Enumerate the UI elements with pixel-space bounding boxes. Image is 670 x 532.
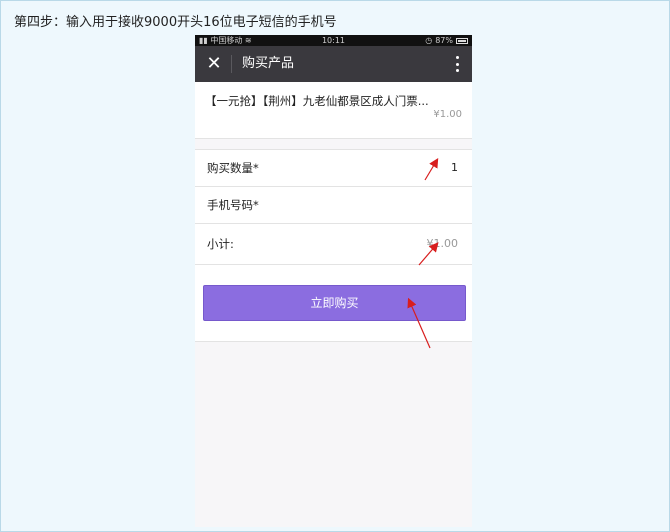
status-right: ◷ 87%	[425, 35, 468, 46]
quantity-row[interactable]: 购买数量* 1	[195, 149, 472, 187]
page-title: 购买产品	[242, 56, 295, 71]
buy-now-button[interactable]: 立即购买	[203, 285, 466, 321]
close-icon[interactable]: ✕	[205, 55, 223, 73]
phone-label: 手机号码*	[207, 198, 259, 212]
subtotal-label: 小计:	[207, 237, 234, 251]
battery-percent: 87%	[435, 36, 453, 45]
alarm-icon: ◷	[425, 36, 433, 45]
phone-row[interactable]: 手机号码*	[195, 187, 472, 224]
subtotal-value: ¥1.00	[426, 237, 459, 250]
battery-icon	[456, 37, 468, 44]
step-instruction: 第四步：输入用于接收9000开头16位电子短信的手机号	[14, 15, 337, 30]
status-bar: ▮▮ 中国移动 ≋ 10:11 ◷ 87%	[195, 35, 472, 46]
quantity-label: 购买数量*	[207, 161, 259, 175]
app-navbar: ✕ 购买产品	[195, 46, 472, 82]
phone-screenshot: ▮▮ 中国移动 ≋ 10:11 ◷ 87% ✕ 购买产品 【一元抢】【荆州】九老…	[195, 35, 472, 527]
more-icon[interactable]	[454, 55, 460, 73]
button-area: 立即购买	[195, 265, 472, 342]
navbar-divider	[231, 55, 232, 73]
product-price: ¥1.00	[433, 109, 462, 120]
quantity-field[interactable]: 1	[451, 150, 458, 186]
product-title: 【一元抢】【荆州】九老仙都景区成人门票...	[205, 94, 429, 108]
phone-input[interactable]	[275, 195, 462, 217]
product-card: 【一元抢】【荆州】九老仙都景区成人门票... ¥1.00	[195, 82, 472, 139]
subtotal-row: 小计: ¥1.00	[195, 224, 472, 265]
